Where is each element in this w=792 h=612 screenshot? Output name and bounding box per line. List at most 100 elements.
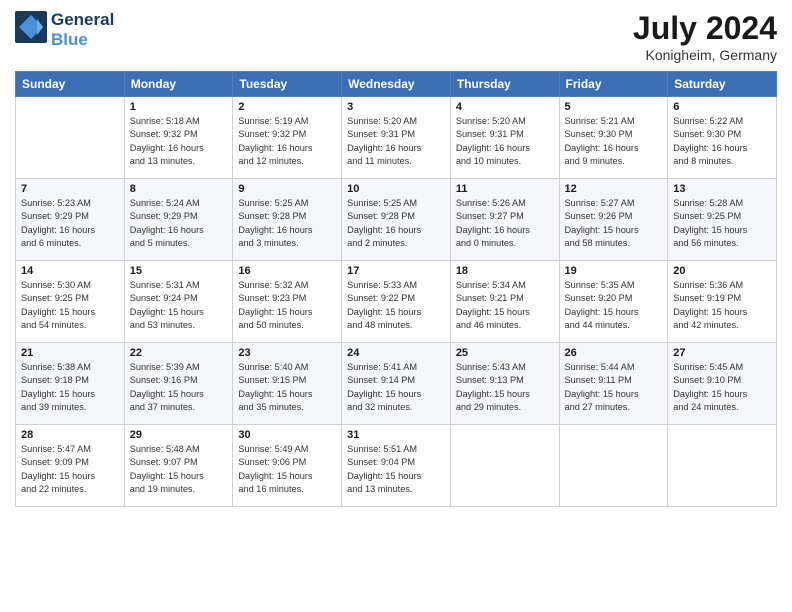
week-row-2: 7 Sunrise: 5:23 AMSunset: 9:29 PMDaylight…: [16, 179, 777, 261]
day-info: Sunrise: 5:44 AMSunset: 9:11 PMDaylight:…: [565, 361, 663, 414]
day-info: Sunrise: 5:36 AMSunset: 9:19 PMDaylight:…: [673, 279, 771, 332]
day-number: 13: [673, 183, 771, 195]
day-cell: 21Sunrise: 5:38 AMSunset: 9:18 PMDayligh…: [16, 343, 125, 425]
day-cell: 14Sunrise: 5:30 AMSunset: 9:25 PMDayligh…: [16, 261, 125, 343]
day-number: 15: [130, 265, 228, 277]
col-header-wednesday: Wednesday: [342, 72, 451, 97]
day-cell: 29 Sunrise: 5:48 AMSunset: 9:07 PMDayligh…: [124, 425, 233, 507]
col-header-sunday: Sunday: [16, 72, 125, 97]
day-cell: 9Sunrise: 5:25 AMSunset: 9:28 PMDaylight…: [233, 179, 342, 261]
day-info: Sunrise: 5:49 AMSunset: 9:06 PMDaylight:…: [238, 443, 336, 496]
header: GeneralBlue July 2024 Konigheim, Germany: [15, 10, 777, 63]
day-number: 1: [130, 101, 228, 113]
day-cell: 6Sunrise: 5:22 AMSunset: 9:30 PMDaylight…: [668, 97, 777, 179]
logo: GeneralBlue: [15, 10, 114, 49]
day-number: 4: [456, 101, 554, 113]
day-info: Sunrise: 5:25 AMSunset: 9:28 PMDaylight:…: [238, 197, 336, 250]
col-header-monday: Monday: [124, 72, 233, 97]
day-number: 12: [565, 183, 663, 195]
day-number: 5: [565, 101, 663, 113]
day-cell: 23 Sunrise: 5:40 AMSunset: 9:15 PMDayligh…: [233, 343, 342, 425]
day-number: 29: [130, 429, 228, 441]
day-cell: 11Sunrise: 5:26 AMSunset: 9:27 PMDayligh…: [450, 179, 559, 261]
day-number: 20: [673, 265, 771, 277]
day-info: Sunrise: 5:21 AMSunset: 9:30 PMDaylight:…: [565, 115, 663, 168]
day-number: 18: [456, 265, 554, 277]
col-header-tuesday: Tuesday: [233, 72, 342, 97]
day-info: Sunrise: 5:23 AMSunset: 9:29 PMDaylight:…: [21, 197, 119, 250]
day-cell: 19 Sunrise: 5:35 AMSunset: 9:20 PMDayligh…: [559, 261, 668, 343]
day-info: Sunrise: 5:18 AMSunset: 9:32 PMDaylight:…: [130, 115, 228, 168]
day-cell: 22 Sunrise: 5:39 AMSunset: 9:16 PMDayligh…: [124, 343, 233, 425]
calendar-table: SundayMondayTuesdayWednesdayThursdayFrid…: [15, 71, 777, 507]
week-row-1: 1 Sunrise: 5:18 AMSunset: 9:32 PMDaylight…: [16, 97, 777, 179]
day-number: 26: [565, 347, 663, 359]
day-number: 27: [673, 347, 771, 359]
day-cell: 2 Sunrise: 5:19 AMSunset: 9:32 PMDaylight…: [233, 97, 342, 179]
day-info: Sunrise: 5:28 AMSunset: 9:25 PMDaylight:…: [673, 197, 771, 250]
day-cell: [450, 425, 559, 507]
day-info: Sunrise: 5:25 AMSunset: 9:28 PMDaylight:…: [347, 197, 445, 250]
day-info: Sunrise: 5:24 AMSunset: 9:29 PMDaylight:…: [130, 197, 228, 250]
calendar-page: GeneralBlue July 2024 Konigheim, Germany…: [0, 0, 792, 612]
col-header-friday: Friday: [559, 72, 668, 97]
day-info: Sunrise: 5:47 AMSunset: 9:09 PMDaylight:…: [21, 443, 119, 496]
day-cell: 18 Sunrise: 5:34 AMSunset: 9:21 PMDayligh…: [450, 261, 559, 343]
day-number: 30: [238, 429, 336, 441]
day-info: Sunrise: 5:20 AMSunset: 9:31 PMDaylight:…: [456, 115, 554, 168]
day-number: 16: [238, 265, 336, 277]
day-cell: 5 Sunrise: 5:21 AMSunset: 9:30 PMDaylight…: [559, 97, 668, 179]
day-info: Sunrise: 5:40 AMSunset: 9:15 PMDaylight:…: [238, 361, 336, 414]
day-cell: [16, 97, 125, 179]
col-header-thursday: Thursday: [450, 72, 559, 97]
day-number: 19: [565, 265, 663, 277]
day-cell: 3 Sunrise: 5:20 AMSunset: 9:31 PMDaylight…: [342, 97, 451, 179]
day-cell: 1 Sunrise: 5:18 AMSunset: 9:32 PMDaylight…: [124, 97, 233, 179]
day-number: 23: [238, 347, 336, 359]
day-number: 7: [21, 183, 119, 195]
day-cell: 27 Sunrise: 5:45 AMSunset: 9:10 PMDayligh…: [668, 343, 777, 425]
day-info: Sunrise: 5:19 AMSunset: 9:32 PMDaylight:…: [238, 115, 336, 168]
logo-text: GeneralBlue: [51, 10, 114, 49]
day-number: 8: [130, 183, 228, 195]
day-info: Sunrise: 5:27 AMSunset: 9:26 PMDaylight:…: [565, 197, 663, 250]
day-number: 17: [347, 265, 445, 277]
day-info: Sunrise: 5:41 AMSunset: 9:14 PMDaylight:…: [347, 361, 445, 414]
week-row-3: 14Sunrise: 5:30 AMSunset: 9:25 PMDayligh…: [16, 261, 777, 343]
day-cell: 24 Sunrise: 5:41 AMSunset: 9:14 PMDayligh…: [342, 343, 451, 425]
day-cell: 28 Sunrise: 5:47 AMSunset: 9:09 PMDayligh…: [16, 425, 125, 507]
day-number: 22: [130, 347, 228, 359]
day-info: Sunrise: 5:32 AMSunset: 9:23 PMDaylight:…: [238, 279, 336, 332]
day-info: Sunrise: 5:45 AMSunset: 9:10 PMDaylight:…: [673, 361, 771, 414]
day-cell: 7 Sunrise: 5:23 AMSunset: 9:29 PMDaylight…: [16, 179, 125, 261]
week-row-5: 28 Sunrise: 5:47 AMSunset: 9:09 PMDayligh…: [16, 425, 777, 507]
day-info: Sunrise: 5:51 AMSunset: 9:04 PMDaylight:…: [347, 443, 445, 496]
day-number: 11: [456, 183, 554, 195]
day-info: Sunrise: 5:20 AMSunset: 9:31 PMDaylight:…: [347, 115, 445, 168]
day-number: 2: [238, 101, 336, 113]
day-cell: 10Sunrise: 5:25 AMSunset: 9:28 PMDayligh…: [342, 179, 451, 261]
day-number: 28: [21, 429, 119, 441]
day-cell: 8 Sunrise: 5:24 AMSunset: 9:29 PMDaylight…: [124, 179, 233, 261]
day-cell: 31 Sunrise: 5:51 AMSunset: 9:04 PMDayligh…: [342, 425, 451, 507]
day-cell: 17Sunrise: 5:33 AMSunset: 9:22 PMDayligh…: [342, 261, 451, 343]
day-info: Sunrise: 5:35 AMSunset: 9:20 PMDaylight:…: [565, 279, 663, 332]
day-cell: 13 Sunrise: 5:28 AMSunset: 9:25 PMDayligh…: [668, 179, 777, 261]
day-info: Sunrise: 5:34 AMSunset: 9:21 PMDaylight:…: [456, 279, 554, 332]
day-number: 24: [347, 347, 445, 359]
day-cell: 16 Sunrise: 5:32 AMSunset: 9:23 PMDayligh…: [233, 261, 342, 343]
day-cell: 30 Sunrise: 5:49 AMSunset: 9:06 PMDayligh…: [233, 425, 342, 507]
day-cell: 4 Sunrise: 5:20 AMSunset: 9:31 PMDaylight…: [450, 97, 559, 179]
day-info: Sunrise: 5:39 AMSunset: 9:16 PMDaylight:…: [130, 361, 228, 414]
day-cell: 25Sunrise: 5:43 AMSunset: 9:13 PMDayligh…: [450, 343, 559, 425]
logo-icon: [15, 11, 47, 43]
day-cell: 12 Sunrise: 5:27 AMSunset: 9:26 PMDayligh…: [559, 179, 668, 261]
title-area: July 2024 Konigheim, Germany: [633, 10, 777, 63]
day-info: Sunrise: 5:31 AMSunset: 9:24 PMDaylight:…: [130, 279, 228, 332]
day-cell: 26 Sunrise: 5:44 AMSunset: 9:11 PMDayligh…: [559, 343, 668, 425]
day-cell: 20 Sunrise: 5:36 AMSunset: 9:19 PMDayligh…: [668, 261, 777, 343]
day-number: 3: [347, 101, 445, 113]
day-number: 31: [347, 429, 445, 441]
day-info: Sunrise: 5:30 AMSunset: 9:25 PMDaylight:…: [21, 279, 119, 332]
day-info: Sunrise: 5:48 AMSunset: 9:07 PMDaylight:…: [130, 443, 228, 496]
